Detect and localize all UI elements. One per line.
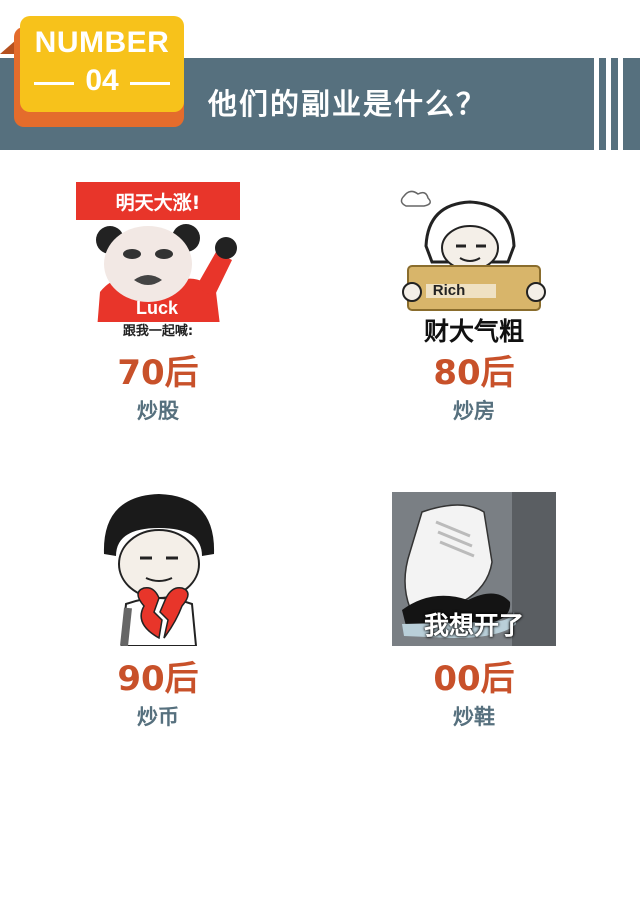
sneaker-photo-icon: 我想开了 [392, 492, 556, 646]
decade-label: 80后 [433, 353, 515, 393]
meme-bottom-text: 财大气粗 [423, 317, 524, 344]
broken-heart-meme-icon [84, 488, 234, 646]
meme-shirt-text: Luck [135, 298, 178, 318]
section-title: 他们的副业是什么？ [208, 87, 488, 121]
activity-label: 炒鞋 [453, 705, 495, 729]
decade-label: 90后 [117, 659, 199, 699]
rich-card-meme-icon: Rich 财大气粗 [398, 186, 550, 344]
meme-top-text: 明天大涨! [115, 192, 201, 214]
grid-item-70s: 明天大涨! Luck 跟我一起喊: 70后 炒股 [48, 182, 268, 432]
grid-item-80s: Rich 财大气粗 80后 炒房 [364, 182, 584, 432]
banner-stripe [618, 58, 623, 150]
meme-card-text: Rich [432, 282, 466, 299]
panda-meme-luck-icon: 明天大涨! Luck 跟我一起喊: [76, 182, 240, 342]
activity-label: 炒房 [453, 399, 495, 423]
number-badge: NUMBER 04 [20, 16, 184, 112]
badge-number: 04 [85, 64, 119, 97]
banner-stripe [606, 58, 611, 150]
banner-stripe [594, 58, 599, 150]
activity-label: 炒币 [137, 705, 179, 729]
activity-label: 炒股 [137, 399, 179, 423]
meme-bottom-text: 跟我一起喊: [76, 322, 240, 342]
grid-item-00s: 我想开了 00后 炒鞋 [364, 488, 584, 738]
meme-bottom-text: 我想开了 [423, 611, 524, 640]
badge-rule-right [130, 82, 170, 85]
decade-label: 00后 [433, 659, 515, 699]
decade-label: 70后 [117, 353, 199, 393]
badge-label: NUMBER [34, 26, 170, 59]
grid-item-90s: 90后 炒币 [48, 488, 268, 738]
